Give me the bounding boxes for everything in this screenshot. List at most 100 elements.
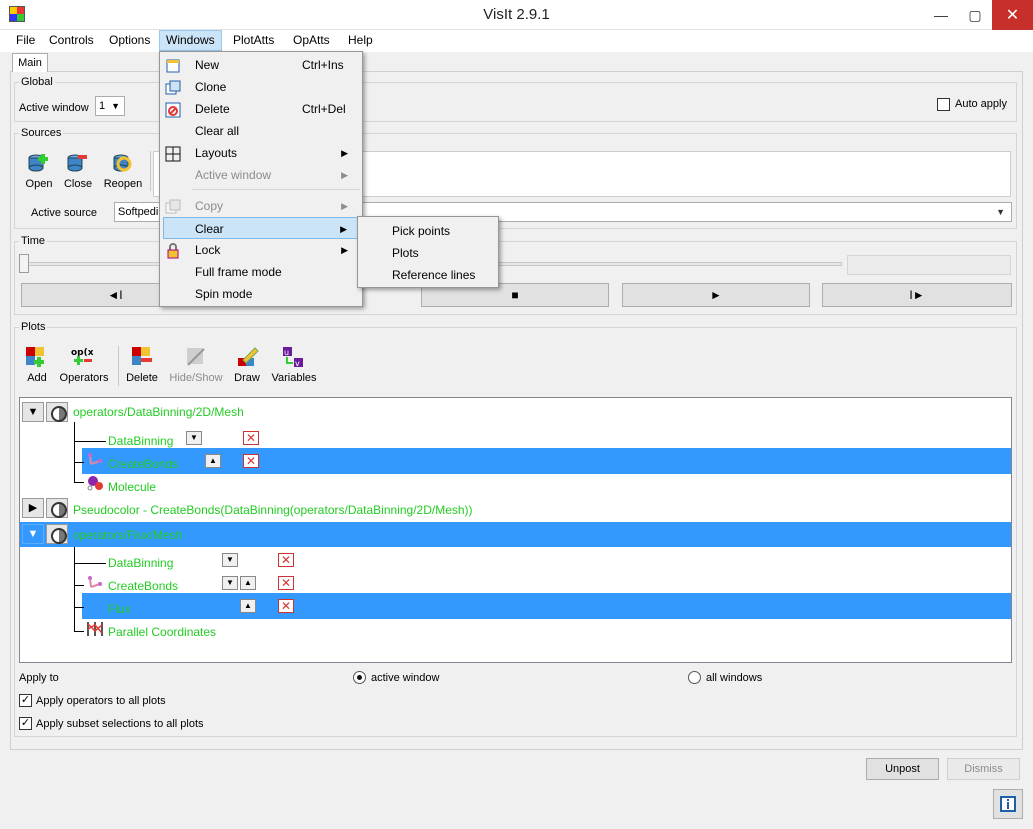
menu-file[interactable]: File [10, 30, 41, 51]
layouts-label: Layouts [195, 146, 238, 160]
close-label: Close [63, 178, 93, 190]
apply-all-radio[interactable] [688, 671, 701, 684]
apply-active-radio[interactable] [353, 671, 366, 684]
menu-item-clear-all[interactable]: Clear all [195, 120, 360, 142]
menu-item-new[interactable]: New Ctrl+Ins [195, 54, 360, 76]
operators-button[interactable]: op(x) [71, 346, 98, 371]
new-label: New [195, 58, 220, 72]
move-up-button[interactable]: ▲ [240, 576, 256, 590]
collapse-triangle-icon[interactable]: ▼ [22, 402, 44, 422]
delete-label: Delete [195, 102, 230, 116]
operator-createbonds[interactable]: CreateBonds [108, 579, 178, 593]
selected-row[interactable] [82, 593, 1011, 619]
svg-text:u: u [284, 348, 289, 357]
tab-main[interactable]: Main [12, 53, 48, 72]
apply-subset-checkbox[interactable]: ✓ [19, 717, 32, 730]
active-source-label: Active source [31, 207, 98, 219]
selected-row[interactable] [82, 448, 1011, 474]
move-down-button[interactable]: ▼ [222, 576, 238, 590]
operator-createbonds[interactable]: CreateBonds [108, 457, 178, 471]
plots-title: Plots [19, 321, 48, 333]
plot-parallel-coordinates[interactable]: Parallel Coordinates [108, 625, 216, 639]
close-window-button[interactable]: ✕ [992, 0, 1033, 30]
open-button[interactable] [27, 152, 49, 177]
operator-databinning[interactable]: DataBinning [108, 434, 173, 448]
move-up-button[interactable]: ▲ [205, 454, 221, 468]
expand-triangle-icon[interactable]: ▶ [22, 498, 44, 518]
unpost-button[interactable]: Unpost [866, 758, 939, 780]
step-forward-button[interactable]: I► [822, 283, 1012, 307]
reopen-button[interactable] [111, 152, 133, 177]
menu-item-layouts[interactable]: Layouts ▶ [195, 142, 360, 164]
add-button[interactable] [25, 346, 47, 371]
remove-operator-button[interactable]: ✕ [278, 553, 294, 567]
svg-text:v: v [295, 359, 300, 368]
time-state-field[interactable] [847, 255, 1011, 275]
move-up-button[interactable]: ▲ [240, 599, 256, 613]
status-button[interactable] [993, 789, 1023, 819]
toolbar-divider [118, 346, 119, 386]
apply-operators-label: Apply operators to all plots [36, 695, 166, 707]
tree-line [74, 482, 84, 483]
play-button[interactable]: ► [622, 283, 810, 307]
time-slider-handle[interactable] [19, 254, 29, 273]
sources-toolbar: Open Close Reopen [17, 146, 145, 194]
remove-operator-button[interactable]: ✕ [278, 599, 294, 613]
variables-icon: uv [283, 347, 303, 368]
menu-item-plots[interactable]: Plots [392, 242, 419, 264]
remove-operator-button[interactable]: ✕ [243, 431, 259, 445]
add-plot-icon [26, 347, 44, 367]
draw-label: Draw [234, 372, 260, 384]
menu-controls[interactable]: Controls [43, 30, 100, 51]
operator-flux[interactable]: Flux [108, 602, 131, 616]
menu-windows[interactable]: Windows [159, 30, 222, 51]
delete-plot-button[interactable] [131, 346, 153, 371]
clear-submenu: Pick points Plots Reference lines [357, 216, 499, 288]
chevron-down-icon: ▼ [996, 207, 1005, 217]
molecule-icon [87, 476, 103, 491]
menu-item-pick-points[interactable]: Pick points [392, 220, 450, 242]
tree-line [74, 563, 106, 564]
operator-databinning[interactable]: DataBinning [108, 556, 173, 570]
menu-opatts[interactable]: OpAtts [287, 30, 336, 51]
menu-item-clone[interactable]: Clone [195, 76, 360, 98]
tree-line [74, 462, 84, 463]
menu-item-clear[interactable]: Clear ▶ [163, 217, 360, 239]
time-title: Time [19, 235, 48, 247]
variables-button[interactable]: uv [282, 346, 304, 371]
menu-item-lock[interactable]: Lock ▶ [195, 239, 360, 261]
sources-title: Sources [19, 127, 64, 139]
apply-operators-checkbox[interactable]: ✓ [19, 694, 32, 707]
move-down-button[interactable]: ▼ [222, 553, 238, 567]
submenu-arrow-icon: ▶ [341, 245, 348, 255]
add-label: Add [27, 372, 47, 384]
menu-options[interactable]: Options [103, 30, 156, 51]
visibility-toggle-icon[interactable] [46, 402, 68, 422]
plot-list[interactable]: ▼ operators/DataBinning/2D/Mesh DataBinn… [19, 397, 1012, 663]
move-down-button[interactable]: ▼ [186, 431, 202, 445]
plot-entry-2[interactable]: Pseudocolor - CreateBonds(DataBinning(op… [73, 503, 473, 517]
collapse-triangle-icon[interactable]: ▼ [22, 524, 44, 544]
plot-molecule[interactable]: Molecule [108, 480, 156, 494]
tree-line [74, 607, 84, 608]
menu-item-spin-mode[interactable]: Spin mode [195, 283, 360, 305]
menu-item-reference-lines[interactable]: Reference lines [392, 264, 475, 286]
menu-item-full-frame[interactable]: Full frame mode [195, 261, 360, 283]
remove-operator-button[interactable]: ✕ [243, 454, 259, 468]
plot-entry-1[interactable]: operators/DataBinning/2D/Mesh [73, 405, 244, 419]
visibility-toggle-icon[interactable] [46, 498, 68, 518]
lock-icon [167, 243, 179, 259]
close-button[interactable] [66, 152, 88, 177]
menu-item-delete[interactable]: Delete Ctrl+Del [195, 98, 360, 120]
tree-line [74, 585, 84, 586]
auto-apply-checkbox[interactable] [937, 98, 950, 111]
active-window-combo[interactable]: 1 ▼ [95, 96, 125, 116]
maximize-button[interactable]: ▢ [958, 0, 992, 30]
minimize-button[interactable]: — [924, 0, 958, 30]
remove-operator-button[interactable]: ✕ [278, 576, 294, 590]
menu-plotatts[interactable]: PlotAtts [227, 30, 280, 51]
draw-button[interactable] [237, 346, 259, 371]
plot-entry-3[interactable]: operators/Flux/Mesh [73, 528, 182, 542]
menu-help[interactable]: Help [342, 30, 379, 51]
visibility-toggle-icon[interactable] [46, 524, 68, 544]
